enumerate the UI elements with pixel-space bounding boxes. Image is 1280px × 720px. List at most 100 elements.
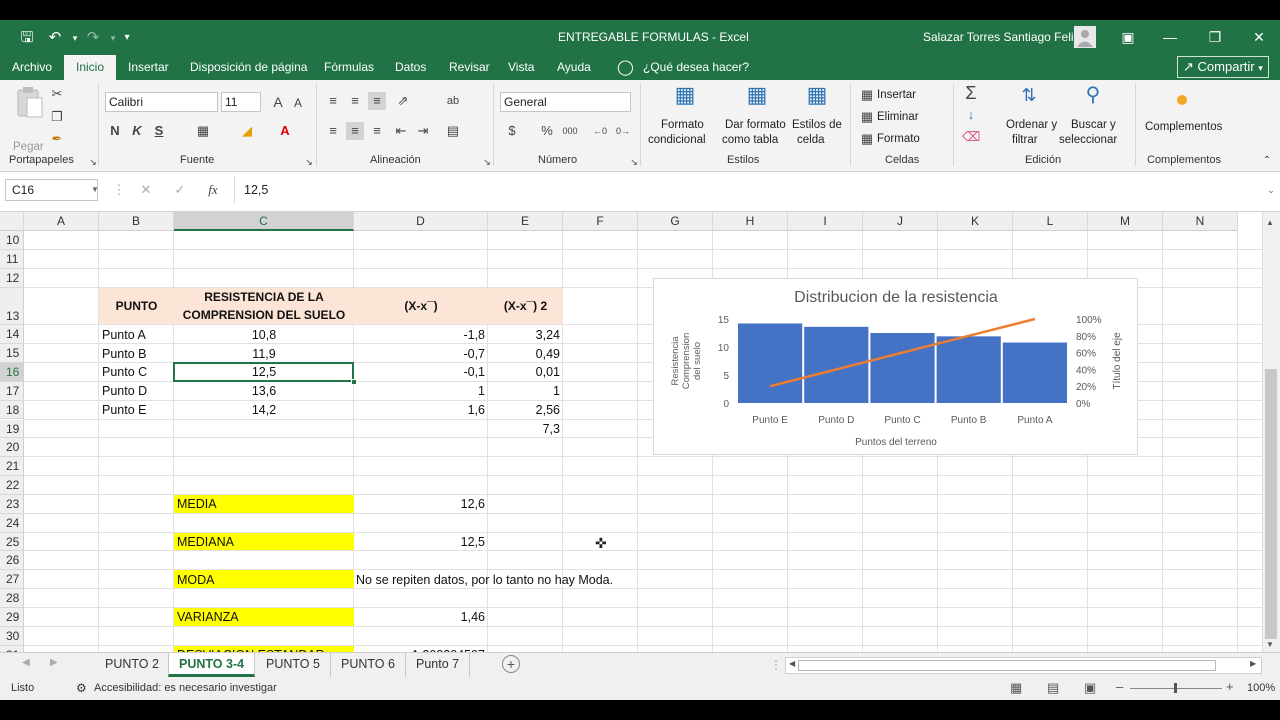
table-cell-resistencia[interactable]: 13,6 — [174, 383, 354, 399]
cell-styles-label-1[interactable]: Estilos de — [792, 118, 842, 133]
column-header-f[interactable]: F — [563, 212, 638, 231]
expand-formula-icon[interactable]: ⌄ — [1262, 181, 1280, 199]
increase-indent-icon[interactable]: ⇥ — [414, 122, 432, 140]
column-header-j[interactable]: J — [863, 212, 938, 231]
cell-styles-icon[interactable]: ▦ — [804, 84, 830, 112]
tab-archivo[interactable]: Archivo — [12, 60, 52, 74]
table-cell-desviacion-cuadrado[interactable]: 0,49 — [488, 346, 560, 362]
scroll-up-icon[interactable]: ▲ — [1266, 218, 1274, 227]
scroll-left-icon[interactable]: ◀ — [789, 659, 795, 668]
varianza-value[interactable]: 1,46 — [354, 609, 485, 625]
zoom-out-icon[interactable]: – — [1116, 679, 1123, 694]
sheet-tab-punto-5[interactable]: PUNTO 5 — [256, 653, 331, 677]
font-size-select[interactable]: 11 — [221, 92, 261, 112]
find-select-label-2[interactable]: seleccionar — [1059, 133, 1117, 148]
format-table-label-2[interactable]: como tabla — [722, 133, 778, 148]
conditional-format-icon[interactable]: ▦ — [672, 84, 698, 112]
insert-cells-label[interactable]: Insertar — [877, 88, 916, 103]
row-header-30[interactable]: 30 — [0, 626, 24, 646]
tabs-splitter-icon[interactable]: ⋮ — [770, 658, 782, 672]
row-header-18[interactable]: 18 — [0, 400, 24, 420]
row-header-16[interactable]: 16 — [0, 362, 24, 382]
table-cell-resistencia[interactable]: 11,9 — [174, 346, 354, 362]
selected-cell-outline[interactable] — [173, 361, 354, 382]
tab-scroll-right-icon[interactable]: ▶ — [50, 657, 58, 668]
row-header-23[interactable]: 23 — [0, 494, 24, 514]
table-cell-punto[interactable]: Punto B — [102, 346, 146, 362]
row-header-21[interactable]: 21 — [0, 457, 24, 477]
row-header-22[interactable]: 22 — [0, 476, 24, 495]
header-resistencia-2[interactable]: COMPRENSION DEL SUELO — [174, 307, 354, 323]
vertical-scrollbar[interactable]: ▲ ▼ — [1262, 212, 1280, 652]
column-header-e[interactable]: E — [488, 212, 563, 231]
column-header-i[interactable]: I — [788, 212, 863, 231]
format-cells-label[interactable]: Formato — [877, 132, 920, 147]
varianza-label[interactable]: VARIANZA — [177, 609, 239, 625]
merge-center-icon[interactable]: ▤ — [444, 122, 462, 140]
moda-value[interactable]: No se repiten datos, por lo tanto no hay… — [356, 572, 613, 588]
percent-icon[interactable]: % — [538, 122, 556, 140]
row-header-29[interactable]: 29 — [0, 608, 24, 627]
launcher-icon[interactable]: ↘ — [84, 153, 102, 171]
table-cell-desviacion[interactable]: -0,7 — [354, 346, 485, 362]
column-header-b[interactable]: B — [99, 212, 174, 231]
delete-cells-label[interactable]: Eliminar — [877, 110, 919, 125]
increase-decimal-icon[interactable]: ←0 — [591, 122, 609, 140]
tab-disposicion[interactable]: Disposición de página — [190, 60, 307, 74]
fill-color-icon[interactable]: ◢ — [238, 122, 256, 140]
table-cell-desviacion-cuadrado[interactable]: 2,56 — [488, 402, 560, 418]
horizontal-scrollbar[interactable]: ◀ ▶ — [785, 657, 1262, 674]
fill-handle[interactable] — [351, 378, 357, 385]
header-desviacion-cuadrado[interactable]: (X-x¯) 2 — [488, 298, 563, 314]
wrap-text-icon[interactable]: ab — [444, 92, 462, 110]
tab-inicio[interactable]: Inicio — [64, 55, 117, 80]
cell-styles-label-2[interactable]: celda — [797, 133, 825, 148]
row-header-10[interactable]: 10 — [0, 231, 24, 250]
row-header-15[interactable]: 15 — [0, 344, 24, 363]
font-name-select[interactable]: Calibri — [105, 92, 218, 112]
sheet-tab-punto-7[interactable]: Punto 7 — [406, 653, 471, 677]
cancel-icon[interactable]: ✕ — [137, 181, 155, 199]
row-header-11[interactable]: 11 — [0, 249, 24, 269]
mediana-label[interactable]: MEDIANA — [177, 534, 234, 550]
column-header-n[interactable]: N — [1163, 212, 1238, 231]
decrease-indent-icon[interactable]: ⇤ — [392, 122, 410, 140]
row-header-26[interactable]: 26 — [0, 551, 24, 571]
currency-icon[interactable]: $ — [503, 122, 521, 140]
fill-icon[interactable]: ↓ — [962, 106, 980, 124]
align-top-icon[interactable]: ≡ — [324, 92, 342, 110]
row-header-25[interactable]: 25 — [0, 532, 24, 552]
avatar[interactable] — [1074, 26, 1096, 48]
row-header-14[interactable]: 14 — [0, 325, 24, 345]
align-right-icon[interactable]: ≡ — [368, 122, 386, 140]
align-bottom-icon[interactable]: ≡ — [368, 92, 386, 110]
tab-ayuda[interactable]: Ayuda — [557, 60, 591, 74]
table-cell-desviacion-cuadrado[interactable]: 1 — [488, 383, 560, 399]
italic-button[interactable]: K — [128, 122, 146, 140]
format-painter-icon[interactable]: ✒ — [48, 130, 66, 148]
cut-icon[interactable]: ✂ — [48, 85, 66, 103]
tell-me-search[interactable]: ¿Qué desea hacer? — [643, 60, 749, 74]
paste-label[interactable]: Pegar — [13, 140, 44, 155]
table-cell-punto[interactable]: Punto C — [102, 364, 147, 380]
align-middle-icon[interactable]: ≡ — [346, 92, 364, 110]
addins-label[interactable]: Complementos — [1145, 120, 1222, 135]
redo-icon[interactable]: ↷ — [82, 27, 104, 49]
cond-format-label-2[interactable]: condicional — [648, 133, 706, 148]
page-break-icon[interactable]: ▣ — [1084, 680, 1096, 696]
find-select-icon[interactable]: ⚲ — [1080, 85, 1106, 112]
accessibility-status[interactable]: Accesibilidad: es necesario investigar — [94, 682, 277, 694]
align-center-icon[interactable]: ≡ — [346, 122, 364, 140]
sort-filter-label-1[interactable]: Ordenar y — [1006, 118, 1057, 133]
tab-formulas[interactable]: Fórmulas — [324, 60, 374, 74]
table-cell-punto[interactable]: Punto D — [102, 383, 147, 399]
bold-button[interactable]: N — [106, 122, 124, 140]
shrink-font-icon[interactable]: A — [289, 94, 307, 112]
table-cell-desviacion-cuadrado[interactable]: 0,01 — [488, 364, 560, 380]
zoom-in-icon[interactable]: + — [1226, 679, 1234, 694]
share-button[interactable]: ↗ Compartir ▾ — [1177, 56, 1269, 78]
table-cell-desviacion-cuadrado[interactable]: 3,24 — [488, 327, 560, 343]
grow-font-icon[interactable]: A — [269, 93, 287, 111]
autosum-icon[interactable]: Σ — [962, 84, 980, 102]
find-select-label-1[interactable]: Buscar y — [1071, 118, 1116, 133]
